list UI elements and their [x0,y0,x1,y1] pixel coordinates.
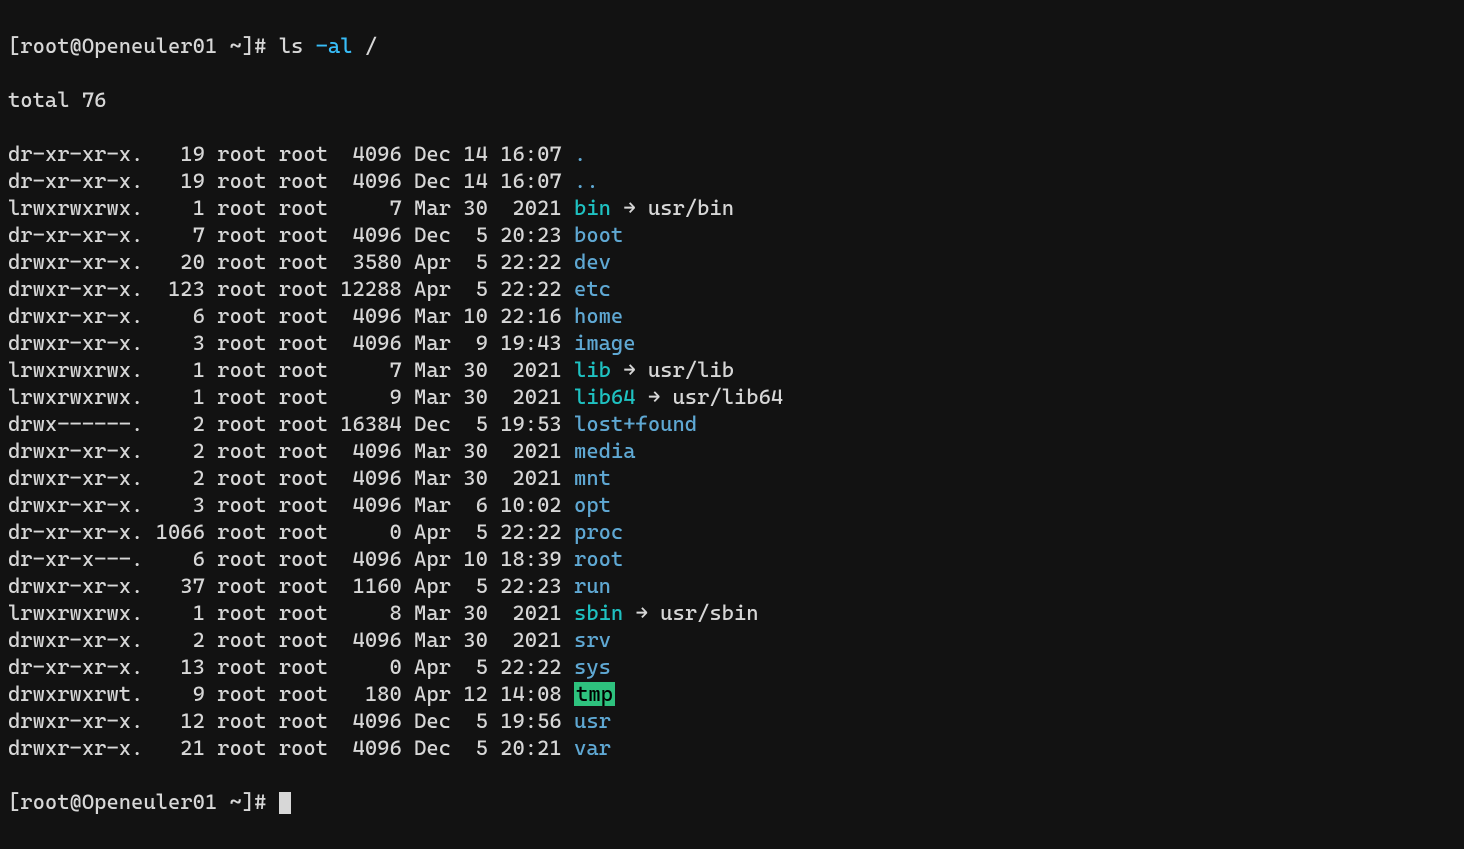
listing-name: lib [574,358,611,382]
arrow-icon: → [611,358,648,382]
listing-meta: drwxr-xr-x. 37 root root 1160 Apr 5 22:2… [8,574,574,598]
command: ls [279,34,316,58]
listing-row: dr-xr-xr-x. 19 root root 4096 Dec 14 16:… [8,141,1456,168]
listing-name: boot [574,223,623,247]
symlink-target: usr/lib64 [672,385,783,409]
listing-meta: dr-xr-xr-x. 7 root root 4096 Dec 5 20:23 [8,223,574,247]
listing-name: tmp [574,682,615,706]
total-line: total 76 [8,87,1456,114]
listing-name: run [574,574,611,598]
listing-name: root [574,547,623,571]
listing-meta: dr-xr-xr-x. 19 root root 4096 Dec 14 16:… [8,142,574,166]
listing-row: drwxrwxrwt. 9 root root 180 Apr 12 14:08… [8,681,1456,708]
symlink-target: usr/lib [648,358,734,382]
listing-name: dev [574,250,611,274]
listing-meta: drwxrwxrwt. 9 root root 180 Apr 12 14:08 [8,682,574,706]
listing-name: var [574,736,611,760]
listing-row: dr-xr-xr-x. 19 root root 4096 Dec 14 16:… [8,168,1456,195]
listing-meta: lrwxrwxrwx. 1 root root 8 Mar 30 2021 [8,601,574,625]
listing-meta: drwxr-xr-x. 2 root root 4096 Mar 30 2021 [8,628,574,652]
listing-meta: drwxr-xr-x. 6 root root 4096 Mar 10 22:1… [8,304,574,328]
listing-name: proc [574,520,623,544]
listing-meta: drwxr-xr-x. 21 root root 4096 Dec 5 20:2… [8,736,574,760]
listing-meta: dr-xr-xr-x. 19 root root 4096 Dec 14 16:… [8,169,574,193]
listing-name: lost+found [574,412,697,436]
listing-meta: dr-xr-xr-x. 1066 root root 0 Apr 5 22:22 [8,520,574,544]
listing-meta: drwxr-xr-x. 20 root root 3580 Apr 5 22:2… [8,250,574,274]
listing-name: sys [574,655,611,679]
listing-row: lrwxrwxrwx. 1 root root 7 Mar 30 2021 li… [8,357,1456,384]
listing-meta: drwxr-xr-x. 123 root root 12288 Apr 5 22… [8,277,574,301]
listing-row: drwxr-xr-x. 2 root root 4096 Mar 30 2021… [8,438,1456,465]
listing-name: . [574,142,586,166]
listing-meta: drwx------. 2 root root 16384 Dec 5 19:5… [8,412,574,436]
listing-row: lrwxrwxrwx. 1 root root 7 Mar 30 2021 bi… [8,195,1456,222]
arrow-icon: → [636,385,673,409]
listing-name: .. [574,169,599,193]
listing-meta: drwxr-xr-x. 2 root root 4096 Mar 30 2021 [8,466,574,490]
listing-meta: drwxr-xr-x. 2 root root 4096 Mar 30 2021 [8,439,574,463]
listing-meta: dr-xr-xr-x. 13 root root 0 Apr 5 22:22 [8,655,574,679]
listing-meta: drwxr-xr-x. 3 root root 4096 Mar 6 10:02 [8,493,574,517]
listing-name: srv [574,628,611,652]
arrow-icon: → [623,601,660,625]
listing-row: drwxr-xr-x. 2 root root 4096 Mar 30 2021… [8,465,1456,492]
listing-row: dr-xr-xr-x. 13 root root 0 Apr 5 22:22 s… [8,654,1456,681]
listing-row: drwx------. 2 root root 16384 Dec 5 19:5… [8,411,1456,438]
listing-meta: lrwxrwxrwx. 1 root root 7 Mar 30 2021 [8,358,574,382]
listing: dr-xr-xr-x. 19 root root 4096 Dec 14 16:… [8,141,1456,762]
command-arg: / [353,34,378,58]
listing-name: image [574,331,636,355]
shell-prompt: [root@Openeuler01 ~]# [8,34,279,58]
symlink-target: usr/bin [648,196,734,220]
listing-row: lrwxrwxrwx. 1 root root 9 Mar 30 2021 li… [8,384,1456,411]
terminal-output[interactable]: [root@Openeuler01 ~]# ls -al / total 76 … [0,0,1464,849]
listing-row: drwxr-xr-x. 6 root root 4096 Mar 10 22:1… [8,303,1456,330]
listing-row: drwxr-xr-x. 3 root root 4096 Mar 9 19:43… [8,330,1456,357]
listing-row: drwxr-xr-x. 2 root root 4096 Mar 30 2021… [8,627,1456,654]
listing-name: sbin [574,601,623,625]
listing-meta: drwxr-xr-x. 12 root root 4096 Dec 5 19:5… [8,709,574,733]
symlink-target: usr/sbin [660,601,758,625]
listing-row: drwxr-xr-x. 37 root root 1160 Apr 5 22:2… [8,573,1456,600]
listing-name: home [574,304,623,328]
listing-row: dr-xr-x---. 6 root root 4096 Apr 10 18:3… [8,546,1456,573]
listing-name: media [574,439,636,463]
next-prompt-line[interactable]: [root@Openeuler01 ~]# [8,789,1456,816]
command-flag: -al [316,34,353,58]
listing-name: usr [574,709,611,733]
listing-name: mnt [574,466,611,490]
listing-row: dr-xr-xr-x. 7 root root 4096 Dec 5 20:23… [8,222,1456,249]
listing-name: etc [574,277,611,301]
listing-name: bin [574,196,611,220]
command-line: [root@Openeuler01 ~]# ls -al / [8,33,1456,60]
listing-row: drwxr-xr-x. 12 root root 4096 Dec 5 19:5… [8,708,1456,735]
listing-row: drwxr-xr-x. 3 root root 4096 Mar 6 10:02… [8,492,1456,519]
listing-name: opt [574,493,611,517]
cursor-icon [279,792,291,814]
arrow-icon: → [611,196,648,220]
listing-meta: dr-xr-x---. 6 root root 4096 Apr 10 18:3… [8,547,574,571]
listing-row: drwxr-xr-x. 21 root root 4096 Dec 5 20:2… [8,735,1456,762]
shell-prompt: [root@Openeuler01 ~]# [8,790,279,814]
listing-row: drwxr-xr-x. 123 root root 12288 Apr 5 22… [8,276,1456,303]
listing-meta: lrwxrwxrwx. 1 root root 9 Mar 30 2021 [8,385,574,409]
listing-meta: lrwxrwxrwx. 1 root root 7 Mar 30 2021 [8,196,574,220]
listing-row: dr-xr-xr-x. 1066 root root 0 Apr 5 22:22… [8,519,1456,546]
listing-row: drwxr-xr-x. 20 root root 3580 Apr 5 22:2… [8,249,1456,276]
listing-meta: drwxr-xr-x. 3 root root 4096 Mar 9 19:43 [8,331,574,355]
listing-row: lrwxrwxrwx. 1 root root 8 Mar 30 2021 sb… [8,600,1456,627]
listing-name: lib64 [574,385,636,409]
